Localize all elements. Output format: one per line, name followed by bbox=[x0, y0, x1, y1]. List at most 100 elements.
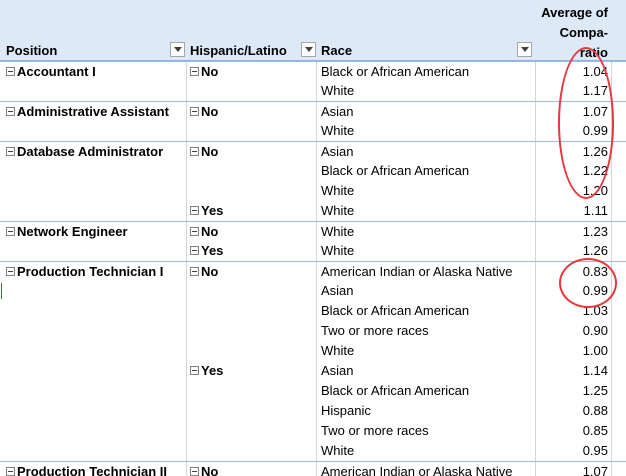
collapse-icon[interactable] bbox=[190, 467, 199, 476]
collapse-icon[interactable] bbox=[190, 147, 199, 156]
race-cell[interactable]: White bbox=[321, 81, 536, 101]
collapse-icon[interactable] bbox=[6, 467, 15, 476]
table-row[interactable]: White 0.99 bbox=[0, 121, 626, 141]
collapse-icon[interactable] bbox=[6, 147, 15, 156]
table-row[interactable]: Hispanic 0.88 bbox=[0, 401, 626, 421]
table-row[interactable]: Yes White 1.11 bbox=[0, 201, 626, 221]
table-row[interactable]: Asian 0.99 bbox=[0, 281, 626, 301]
position-filter-dropdown-icon[interactable] bbox=[170, 42, 185, 57]
race-cell[interactable]: White bbox=[321, 241, 536, 261]
race-cell[interactable]: White bbox=[321, 201, 536, 221]
compa-ratio-cell[interactable]: 1.25 bbox=[536, 381, 608, 401]
table-row[interactable]: Yes Asian 1.14 bbox=[0, 361, 626, 381]
race-cell[interactable]: Asian bbox=[321, 361, 536, 381]
position-cell[interactable] bbox=[6, 201, 184, 221]
collapse-icon[interactable] bbox=[190, 267, 199, 276]
race-cell[interactable]: Asian bbox=[321, 281, 536, 301]
position-cell[interactable]: Network Engineer bbox=[6, 222, 184, 242]
race-cell[interactable]: White bbox=[321, 441, 536, 461]
compa-ratio-cell[interactable]: 0.88 bbox=[536, 401, 608, 421]
position-cell[interactable] bbox=[6, 341, 184, 361]
hispanic-cell[interactable] bbox=[190, 441, 310, 461]
position-cell[interactable] bbox=[6, 321, 184, 341]
collapse-icon[interactable] bbox=[190, 366, 199, 375]
position-cell[interactable] bbox=[6, 301, 184, 321]
collapse-icon[interactable] bbox=[6, 267, 15, 276]
hispanic-cell[interactable] bbox=[190, 281, 310, 301]
hispanic-cell[interactable]: Yes bbox=[190, 201, 310, 221]
compa-ratio-cell[interactable]: 1.14 bbox=[536, 361, 608, 381]
collapse-icon[interactable] bbox=[6, 227, 15, 236]
compa-ratio-cell[interactable]: 1.00 bbox=[536, 341, 608, 361]
table-row[interactable]: Black or African American 1.22 bbox=[0, 161, 626, 181]
collapse-icon[interactable] bbox=[190, 206, 199, 215]
compa-ratio-cell[interactable]: 0.95 bbox=[536, 441, 608, 461]
hispanic-cell[interactable]: No bbox=[190, 462, 310, 476]
position-cell[interactable]: Database Administrator bbox=[6, 142, 184, 162]
table-row[interactable]: Accountant I No Black or African American 1… bbox=[0, 61, 626, 81]
position-cell[interactable] bbox=[6, 81, 184, 101]
hispanic-cell[interactable]: No bbox=[190, 142, 310, 162]
race-cell[interactable]: Asian bbox=[321, 142, 536, 162]
hispanic-cell[interactable] bbox=[190, 321, 310, 341]
race-cell[interactable]: Hispanic bbox=[321, 401, 536, 421]
table-row[interactable]: Production Technician II No American India… bbox=[0, 461, 626, 476]
table-row[interactable]: Yes White 1.26 bbox=[0, 241, 626, 261]
position-cell[interactable] bbox=[6, 181, 184, 201]
table-row[interactable]: Two or more races 0.90 bbox=[0, 321, 626, 341]
compa-ratio-cell[interactable]: 1.11 bbox=[536, 201, 608, 221]
hispanic-cell[interactable] bbox=[190, 81, 310, 101]
table-row[interactable]: White 1.17 bbox=[0, 81, 626, 101]
race-cell[interactable]: Black or African American bbox=[321, 62, 536, 82]
table-row[interactable]: Network Engineer No White 1.23 bbox=[0, 221, 626, 241]
hispanic-cell[interactable] bbox=[190, 161, 310, 181]
race-cell[interactable]: Two or more races bbox=[321, 421, 536, 441]
hispanic-cell[interactable] bbox=[190, 301, 310, 321]
hispanic-filter-dropdown-icon[interactable] bbox=[301, 42, 316, 57]
table-row[interactable]: Production Technician I No American Indian… bbox=[0, 261, 626, 281]
hispanic-cell[interactable]: No bbox=[190, 222, 310, 242]
position-cell[interactable]: Production Technician II bbox=[6, 462, 184, 476]
position-cell[interactable] bbox=[6, 241, 184, 261]
hispanic-cell[interactable]: No bbox=[190, 62, 310, 82]
collapse-icon[interactable] bbox=[190, 227, 199, 236]
race-cell[interactable]: White bbox=[321, 222, 536, 242]
collapse-icon[interactable] bbox=[190, 246, 199, 255]
hispanic-cell[interactable]: Yes bbox=[190, 361, 310, 381]
hispanic-cell[interactable] bbox=[190, 421, 310, 441]
hispanic-cell[interactable]: No bbox=[190, 262, 310, 282]
race-cell[interactable]: Black or African American bbox=[321, 381, 536, 401]
race-cell[interactable]: Asian bbox=[321, 102, 536, 122]
position-cell[interactable] bbox=[6, 421, 184, 441]
race-cell[interactable]: White bbox=[321, 121, 536, 141]
table-row[interactable]: Administrative Assistant No Asian 1.07 bbox=[0, 101, 626, 121]
collapse-icon[interactable] bbox=[6, 107, 15, 116]
race-cell[interactable]: White bbox=[321, 341, 536, 361]
position-cell[interactable]: Accountant I bbox=[6, 62, 184, 82]
race-cell[interactable]: White bbox=[321, 181, 536, 201]
table-row[interactable]: Black or African American 1.03 bbox=[0, 301, 626, 321]
hispanic-cell[interactable] bbox=[190, 181, 310, 201]
hispanic-cell[interactable] bbox=[190, 341, 310, 361]
race-cell[interactable]: Two or more races bbox=[321, 321, 536, 341]
race-cell[interactable]: American Indian or Alaska Native bbox=[321, 462, 536, 476]
position-cell[interactable] bbox=[6, 361, 184, 381]
hispanic-cell[interactable] bbox=[190, 381, 310, 401]
collapse-icon[interactable] bbox=[190, 67, 199, 76]
position-cell[interactable] bbox=[6, 441, 184, 461]
compa-ratio-cell[interactable]: 0.85 bbox=[536, 421, 608, 441]
table-row[interactable]: Black or African American 1.25 bbox=[0, 381, 626, 401]
position-cell[interactable] bbox=[6, 121, 184, 141]
race-cell[interactable]: Black or African American bbox=[321, 161, 536, 181]
table-row[interactable]: Database Administrator No Asian 1.26 bbox=[0, 141, 626, 161]
position-cell[interactable] bbox=[6, 161, 184, 181]
position-cell[interactable]: Production Technician I bbox=[6, 262, 184, 282]
race-cell[interactable]: Black or African American bbox=[321, 301, 536, 321]
position-cell[interactable] bbox=[6, 281, 184, 301]
hispanic-cell[interactable] bbox=[190, 401, 310, 421]
hispanic-cell[interactable] bbox=[190, 121, 310, 141]
compa-ratio-cell[interactable]: 1.07 bbox=[536, 462, 608, 476]
table-row[interactable]: White 1.00 bbox=[0, 341, 626, 361]
position-cell[interactable] bbox=[6, 381, 184, 401]
table-row[interactable]: Two or more races 0.85 bbox=[0, 421, 626, 441]
